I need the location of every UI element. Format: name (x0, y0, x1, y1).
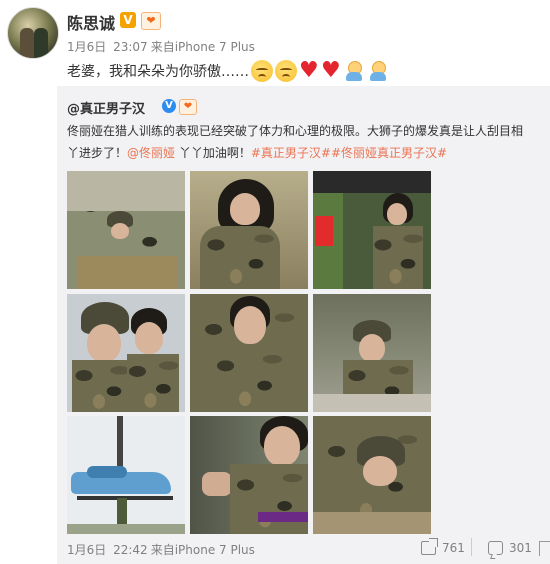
share-count-value: 761 (442, 541, 465, 555)
verified-icon: V (162, 99, 176, 113)
user-avatar[interactable] (7, 7, 59, 59)
user-name[interactable]: 陈思诚 (67, 10, 115, 34)
vip-icon[interactable]: V (120, 12, 136, 28)
comment-count-value: 301 (509, 541, 532, 555)
repost-user-name[interactable]: @真正男子汉 (67, 98, 145, 117)
post-source[interactable]: 来自iPhone 7 Plus (151, 40, 255, 54)
photo-thumbnail[interactable] (313, 416, 431, 534)
photo-thumbnail[interactable] (67, 171, 185, 289)
repost-text-part: 丫丫加油啊！ (175, 146, 251, 160)
mention-link[interactable]: @佟丽娅 (127, 146, 175, 160)
share-icon (421, 541, 436, 555)
photo-thumbnail[interactable] (190, 416, 308, 534)
photo-thumbnail[interactable] (67, 294, 185, 412)
repost-text-part: 丫进步了！ (67, 146, 128, 160)
baby-emoji-icon (367, 60, 389, 82)
post-time[interactable]: 23:07 (113, 40, 148, 54)
hashtag-links[interactable]: #真正男子汉##佟丽娅真正男子汉# (251, 146, 447, 160)
photo-thumbnail[interactable] (313, 294, 431, 412)
heart-emoji-icon (299, 58, 319, 83)
photo-thumbnail[interactable] (67, 416, 185, 534)
comment-icon (488, 541, 503, 555)
repost-text-line2: 丫进步了！@佟丽娅 丫丫加油啊！#真正男子汉##佟丽娅真正男子汉# (67, 142, 550, 164)
post-date[interactable]: 1月6日 (67, 40, 106, 54)
photo-thumbnail[interactable] (190, 171, 308, 289)
fan-heart-icon[interactable]: ❤ (141, 12, 161, 30)
repost-time[interactable]: 22:42 (113, 543, 148, 557)
tearful-emoji-icon (251, 60, 273, 82)
repost-source[interactable]: 来自iPhone 7 Plus (151, 543, 255, 557)
repost-date[interactable]: 1月6日 (67, 543, 106, 557)
repost-text-line1: 佟丽娅在猎人训练的表现已经突破了体力和心理的极限。大狮子的爆发真是让人刮目相 (67, 124, 524, 138)
tearful-emoji-icon (275, 60, 297, 82)
fan-heart-icon[interactable]: ❤ (179, 99, 197, 115)
repost-meta: 1月6日 22:42 来自iPhone 7 Plus (67, 541, 255, 558)
share-count[interactable]: 761 (421, 541, 465, 555)
like-icon[interactable] (539, 541, 550, 556)
baby-emoji-icon (343, 60, 365, 82)
repost-card: @真正男子汉 V ❤ 佟丽娅在猎人训练的表现已经突破了体力和心理的极限。大狮子的… (57, 86, 550, 564)
photo-thumbnail[interactable] (313, 171, 431, 289)
comment-count[interactable]: 301 (488, 541, 532, 555)
photo-thumbnail[interactable] (190, 294, 308, 412)
heart-emoji-icon (321, 58, 341, 83)
post-meta: 1月6日 23:07 来自iPhone 7 Plus (67, 38, 255, 55)
post-text: 老婆，我和朵朵为你骄傲…… (67, 58, 389, 83)
post-text-content: 老婆，我和朵朵为你骄傲…… (67, 64, 249, 80)
divider (471, 538, 472, 556)
